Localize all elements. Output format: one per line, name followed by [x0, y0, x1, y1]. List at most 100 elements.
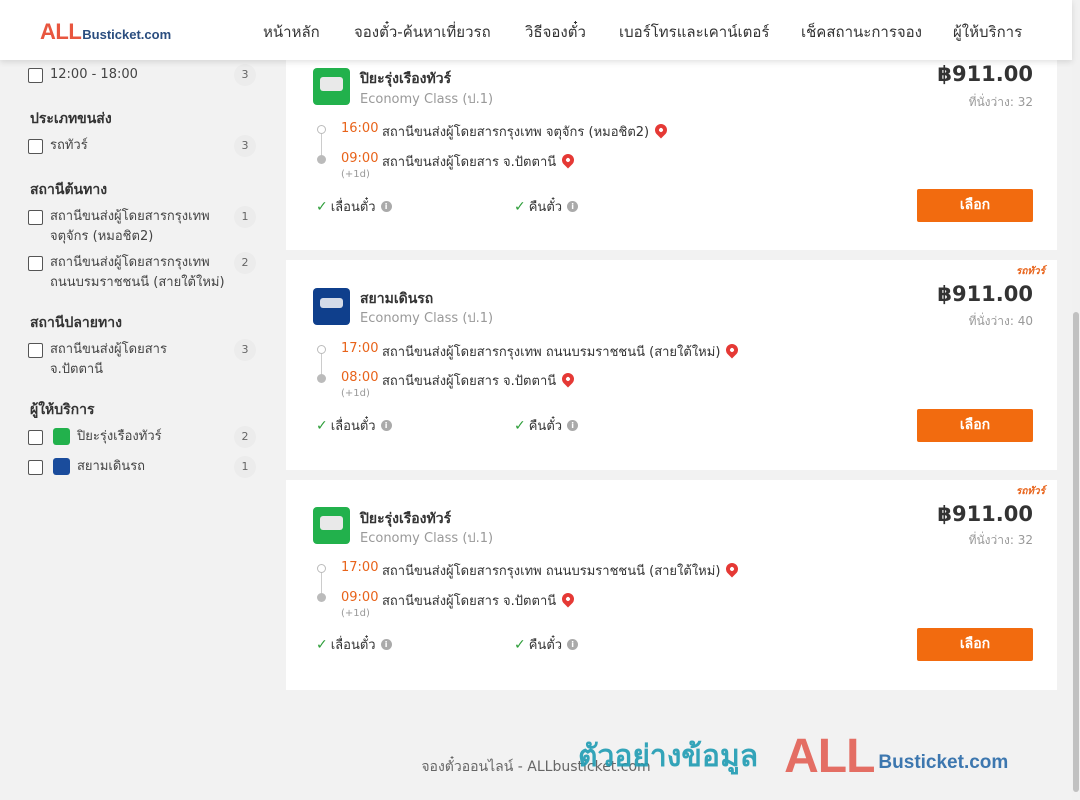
- trip-card: รถทัวร์ ปิยะรุ่งเรืองทัวร์ Economy Class…: [286, 480, 1057, 690]
- nav-home[interactable]: หน้าหลัก: [263, 20, 320, 44]
- info-icon[interactable]: i: [380, 201, 392, 212]
- filter-origin-option[interactable]: สถานีขนส่งผู้โดยสารกรุงเทพ ถนนบรมราชชนนี…: [28, 252, 256, 293]
- filter-count-badge: 2: [234, 252, 256, 274]
- nav-operators[interactable]: ผู้ให้บริการ: [953, 20, 1022, 44]
- operator-name: ปิยะรุ่งเรืองทัวร์: [360, 71, 452, 87]
- feature-label: เลื่อนตั๋ว: [330, 638, 376, 653]
- station-name: สถานีขนส่งผู้โดยสาร จ.ปัตตานี: [382, 594, 557, 609]
- feature-label: คืนตั๋ว: [528, 638, 563, 653]
- filter-count-badge: 1: [234, 206, 256, 228]
- bus-class: Economy Class (ป.1): [360, 531, 494, 546]
- departure-dot-icon: [317, 564, 326, 573]
- feature-label: คืนตั๋ว: [528, 419, 563, 434]
- check-icon: ✓: [514, 636, 526, 653]
- departure-station[interactable]: สถานีขนส่งผู้โดยสารกรุงเทพ ถนนบรมราชชนนี…: [382, 560, 741, 581]
- feature-label: เลื่อนตั๋ว: [330, 200, 376, 215]
- arrival-dot-icon: [317, 155, 326, 164]
- trip-card: รถทัวร์ สยามเดินรถ Economy Class (ป.1) ฿…: [286, 260, 1057, 470]
- arrival-station[interactable]: สถานีขนส่งผู้โดยสาร จ.ปัตตานี: [382, 590, 577, 611]
- check-icon: ✓: [316, 636, 328, 653]
- departure-dot-icon: [317, 345, 326, 354]
- map-pin-icon[interactable]: [559, 151, 577, 168]
- arrival-station[interactable]: สถานีขนส่งผู้โดยสาร จ.ปัตตานี: [382, 151, 577, 172]
- operator-logo-icon: [313, 288, 350, 325]
- filter-checkbox[interactable]: [28, 68, 43, 83]
- station-name: สถานีขนส่งผู้โดยสารกรุงเทพ จตุจักร (หมอช…: [382, 125, 650, 140]
- select-trip-button[interactable]: เลือก: [917, 409, 1033, 442]
- filter-origin-option[interactable]: สถานีขนส่งผู้โดยสารกรุงเทพ จตุจักร (หมอช…: [28, 206, 256, 247]
- map-pin-icon[interactable]: [559, 370, 577, 387]
- filter-label: สยามเดินรถ: [77, 459, 146, 474]
- station-name: สถานีขนส่งผู้โดยสารกรุงเทพ ถนนบรมราชชนนี…: [382, 564, 721, 579]
- route-line: [321, 130, 322, 158]
- bus-class: Economy Class (ป.1): [360, 92, 494, 107]
- seats-available: ที่นั่งว่าง: 32: [968, 95, 1033, 109]
- nav-phone-counters[interactable]: เบอร์โทรและเคาน์เตอร์: [619, 20, 769, 44]
- main-nav: หน้าหลัก จองตั๋ว-ค้นหาเที่ยวรถ วิธีจองตั…: [0, 20, 1072, 41]
- trip-price: ฿911.00: [937, 62, 1033, 86]
- arrival-station[interactable]: สถานีขนส่งผู้โดยสาร จ.ปัตตานี: [382, 370, 577, 391]
- scrollbar-thumb[interactable]: [1073, 312, 1079, 792]
- operator-logo-icon: [53, 458, 70, 475]
- feature-refund: ✓ คืนตั๋ว i: [514, 196, 579, 217]
- filter-checkbox[interactable]: [28, 460, 43, 475]
- filter-checkbox[interactable]: [28, 256, 43, 271]
- operator-logo-icon: [313, 507, 350, 544]
- arrival-time: 09:00: [341, 151, 379, 166]
- departure-time: 17:00: [341, 560, 379, 575]
- filter-destination-option[interactable]: สถานีขนส่งผู้โดยสาร จ.ปัตตานี 3: [28, 339, 256, 380]
- filter-checkbox[interactable]: [28, 343, 43, 358]
- info-icon[interactable]: i: [380, 420, 392, 431]
- filter-count-badge: 3: [234, 339, 256, 361]
- filter-checkbox[interactable]: [28, 139, 43, 154]
- filter-operator-option[interactable]: สยามเดินรถ 1: [28, 456, 256, 478]
- station-name: สถานีขนส่งผู้โดยสารกรุงเทพ ถนนบรมราชชนนี…: [382, 345, 721, 360]
- operator-logo-icon: [53, 428, 70, 445]
- info-icon[interactable]: i: [380, 639, 392, 650]
- filter-transport-option[interactable]: รถทัวร์ 3: [28, 135, 256, 157]
- filter-title-destination: สถานีปลายทาง: [30, 315, 122, 331]
- station-name: สถานีขนส่งผู้โดยสาร จ.ปัตตานี: [382, 155, 557, 170]
- info-icon[interactable]: i: [567, 420, 579, 431]
- map-pin-icon[interactable]: [652, 121, 670, 138]
- nav-check-booking[interactable]: เช็คสถานะการจอง: [801, 20, 922, 44]
- info-icon[interactable]: i: [567, 639, 579, 650]
- bus-class: Economy Class (ป.1): [360, 311, 494, 326]
- filter-checkbox[interactable]: [28, 430, 43, 445]
- filter-checkbox[interactable]: [28, 210, 43, 225]
- map-pin-icon[interactable]: [559, 590, 577, 607]
- nav-booking-search[interactable]: จองตั๋ว-ค้นหาเที่ยวรถ: [354, 20, 491, 44]
- select-trip-button[interactable]: เลือก: [917, 628, 1033, 661]
- trip-price: ฿911.00: [937, 502, 1033, 526]
- feature-label: เลื่อนตั๋ว: [330, 419, 376, 434]
- check-icon: ✓: [514, 198, 526, 215]
- filter-operator-option[interactable]: ปิยะรุ่งเรืองทัวร์ 2: [28, 426, 256, 448]
- filter-title-origin: สถานีต้นทาง: [30, 182, 108, 198]
- day-offset: (+1d): [341, 608, 370, 619]
- map-pin-icon[interactable]: [723, 341, 741, 358]
- feature-reschedule: ✓ เลื่อนตั๋ว i: [316, 415, 392, 436]
- map-pin-icon[interactable]: [723, 560, 741, 577]
- arrival-dot-icon: [317, 593, 326, 602]
- info-icon[interactable]: i: [567, 201, 579, 212]
- trip-card: ปิยะรุ่งเรืองทัวร์ Economy Class (ป.1) ฿…: [286, 40, 1057, 250]
- filter-count-badge: 1: [234, 456, 256, 478]
- check-icon: ✓: [316, 198, 328, 215]
- select-trip-button[interactable]: เลือก: [917, 189, 1033, 222]
- departure-station[interactable]: สถานีขนส่งผู้โดยสารกรุงเทพ ถนนบรมราชชนนี…: [382, 341, 741, 362]
- day-offset: (+1d): [341, 388, 370, 399]
- filter-label: รถทัวร์: [50, 138, 88, 153]
- filter-label: สถานีขนส่งผู้โดยสารกรุงเทพ ถนนบรมราชชนนี…: [50, 255, 225, 290]
- departure-station[interactable]: สถานีขนส่งผู้โดยสารกรุงเทพ จตุจักร (หมอช…: [382, 121, 670, 142]
- arrival-dot-icon: [317, 374, 326, 383]
- bus-type-tag: รถทัวร์: [1015, 486, 1045, 497]
- seats-available: ที่นั่งว่าง: 40: [968, 314, 1033, 328]
- feature-reschedule: ✓ เลื่อนตั๋ว i: [316, 196, 392, 217]
- top-navbar: ALL Busticket.com หน้าหลัก จองตั๋ว-ค้นหา…: [0, 0, 1072, 60]
- filter-time-option[interactable]: 12:00 - 18:00 3: [28, 64, 256, 86]
- filter-label: สถานีขนส่งผู้โดยสารกรุงเทพ จตุจักร (หมอช…: [50, 209, 210, 244]
- arrival-time: 09:00: [341, 590, 379, 605]
- nav-how-to-book[interactable]: วิธีจองตั๋ว: [525, 20, 586, 44]
- filter-count-badge: 2: [234, 426, 256, 448]
- filter-label: สถานีขนส่งผู้โดยสาร จ.ปัตตานี: [50, 342, 167, 377]
